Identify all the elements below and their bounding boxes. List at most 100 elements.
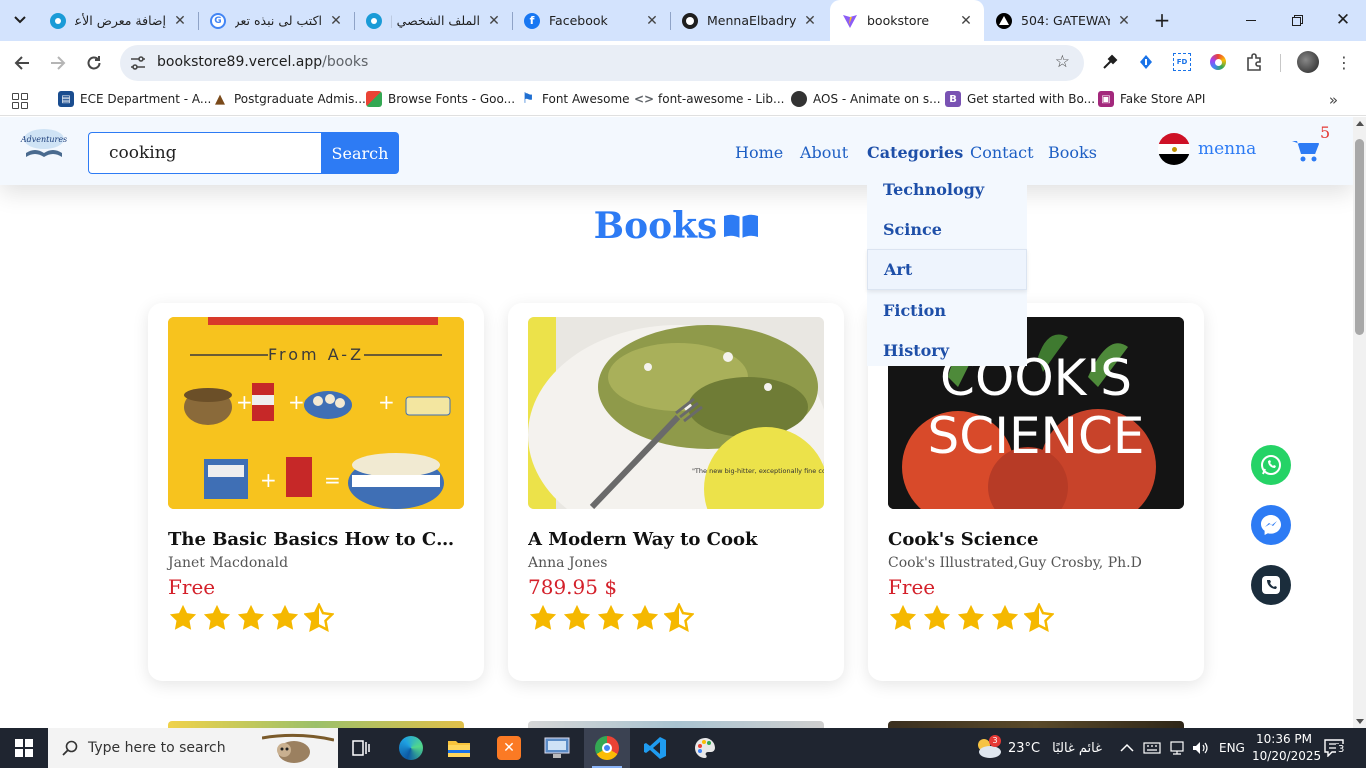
nav-home[interactable]: Home [735,143,783,162]
category-science[interactable]: Scince [867,209,1027,250]
xampp-app[interactable]: ✕ [486,728,532,768]
minimize-button[interactable] [1228,0,1274,40]
bookmark-item[interactable]: ▲ Postgraduate Admis... [212,91,366,107]
book-cover-image[interactable]: From A-Z + + + + = [168,317,464,509]
bookmark-item[interactable]: ▣ Fake Store API [1098,91,1205,107]
star-full-icon [237,604,265,630]
paint-app[interactable] [682,728,728,768]
close-tab-icon[interactable]: ✕ [802,13,818,29]
puzzle-extensions-icon[interactable] [1244,52,1264,72]
file-explorer-app[interactable] [436,728,482,768]
page-scrollbar[interactable] [1353,117,1366,728]
bookmark-item[interactable]: ▤ ECE Department - A... [58,91,211,107]
book-cover-image[interactable]: "The new big-hitter, exceptionally fine … [528,317,824,509]
tab-title: الملف الشخصي | [391,13,480,28]
search-button[interactable]: Search [321,132,399,174]
search-input[interactable] [88,132,322,174]
category-technology[interactable]: Technology [867,169,1027,210]
close-tab-icon[interactable]: ✕ [486,13,502,29]
browser-tab[interactable]: MennaElbadry89 ✕ [670,0,828,41]
task-view-button[interactable] [338,728,384,768]
google-icon: G [210,12,226,29]
site-info-icon[interactable] [128,53,148,73]
bookmarks-overflow-icon[interactable]: » [1329,91,1338,109]
bookmark-item[interactable]: Browse Fonts - Goo... [366,91,515,107]
category-fiction[interactable]: Fiction [867,290,1027,331]
new-tab-button[interactable]: + [1150,8,1174,32]
star-full-icon [631,604,659,630]
book-title[interactable]: Cook's Science [888,529,1178,550]
address-bar[interactable]: bookstore89.vercel.app/books ☆ [120,45,1084,81]
chevron-up-icon [1120,743,1134,752]
bookmark-item[interactable]: ⚑ Font Awesome [520,91,630,107]
book-cover-image[interactable] [168,721,464,728]
user-name[interactable]: menna [1198,139,1256,159]
close-tab-icon[interactable]: ✕ [958,13,974,29]
close-tab-icon[interactable]: ✕ [644,13,660,29]
whatsapp-icon[interactable] [1251,445,1291,485]
notifications-button[interactable]: 3 [1324,728,1347,768]
eyedropper-extension-icon[interactable] [1100,52,1120,72]
back-button[interactable] [8,49,36,77]
taskbar-search-box[interactable]: Type here to search [48,728,338,768]
book-card[interactable]: From A-Z + + + + = The Basic Basics How … [148,303,484,681]
adventures-logo[interactable]: Adventures [20,127,68,161]
volume-icon[interactable] [1192,728,1210,768]
apps-grid-icon[interactable] [12,93,28,109]
font-detector-extension-icon[interactable]: FD [1172,52,1192,72]
book-card[interactable]: "The new big-hitter, exceptionally fine … [508,303,844,681]
category-art[interactable]: Art [867,249,1027,290]
input-indicator-icon[interactable] [1143,728,1161,768]
nav-about[interactable]: About [800,143,848,162]
close-tab-icon[interactable]: ✕ [328,13,344,29]
close-window-button[interactable]: ✕ [1320,0,1366,40]
clock-time: 10:36 PM [1256,732,1312,746]
browser-tab[interactable]: 504: GATEWAY_T ✕ [984,0,1142,41]
remote-desktop-app[interactable] [534,728,580,768]
language-indicator[interactable]: ENG [1219,728,1245,768]
messenger-icon[interactable] [1251,505,1291,545]
edge-app[interactable] [388,728,434,768]
book-title[interactable]: A Modern Way to Cook [528,529,818,550]
restore-button[interactable] [1274,0,1320,40]
show-hidden-icons[interactable] [1120,728,1134,768]
book-cover-image[interactable] [528,721,824,728]
weather-widget[interactable]: 3 23°C غائم غالبًا [974,728,1102,768]
windows-start-button[interactable] [0,728,48,768]
close-tab-icon[interactable]: ✕ [172,13,188,29]
phone-icon[interactable] [1251,565,1291,605]
bookmark-item[interactable]: B Get started with Bo... [945,91,1095,107]
color-picker-extension-icon[interactable] [1208,52,1228,72]
book-title[interactable]: The Basic Basics How to Cook... [168,529,458,550]
browser-tab[interactable]: f Facebook ✕ [512,0,670,41]
system-clock[interactable]: 10:36 PM 10/20/2025 [1252,731,1321,765]
browser-tab-active[interactable]: bookstore ✕ [830,0,984,41]
category-history[interactable]: History [867,330,1027,371]
vscode-app[interactable] [632,728,678,768]
download-extension-icon[interactable] [1136,52,1156,72]
tab-search-button[interactable] [6,7,34,33]
forward-button[interactable] [44,49,72,77]
nav-contact[interactable]: Contact [970,143,1034,162]
ece-icon: ▤ [58,91,74,107]
nav-books[interactable]: Books [1048,143,1097,162]
bookmark-item[interactable]: AOS - Animate on s... [791,91,941,107]
cart-icon[interactable] [1292,139,1320,163]
browser-tab[interactable]: G اكتب لى نبذه تعر ✕ [198,0,354,41]
chrome-menu-icon[interactable]: ⋮ [1334,52,1354,72]
bookmark-item[interactable]: <> font-awesome - Lib... [634,91,785,107]
profile-avatar[interactable] [1297,51,1319,73]
network-icon[interactable] [1168,728,1186,768]
book-price: 789.95 $ [528,575,618,599]
chrome-app[interactable] [584,728,630,768]
book-cover-image[interactable] [888,721,1184,728]
scroll-down-arrow[interactable] [1356,719,1364,724]
close-tab-icon[interactable]: ✕ [1116,13,1132,29]
scroll-thumb[interactable] [1355,139,1364,335]
nav-categories[interactable]: Categories [867,143,963,162]
bookmark-star-icon[interactable]: ☆ [1055,52,1070,72]
reload-button[interactable] [80,49,108,77]
browser-tab[interactable]: الملف الشخصي | ✕ [354,0,512,41]
scroll-up-arrow[interactable] [1356,121,1364,126]
browser-tab[interactable]: إضافة معرض الأعـ ✕ [38,0,198,41]
